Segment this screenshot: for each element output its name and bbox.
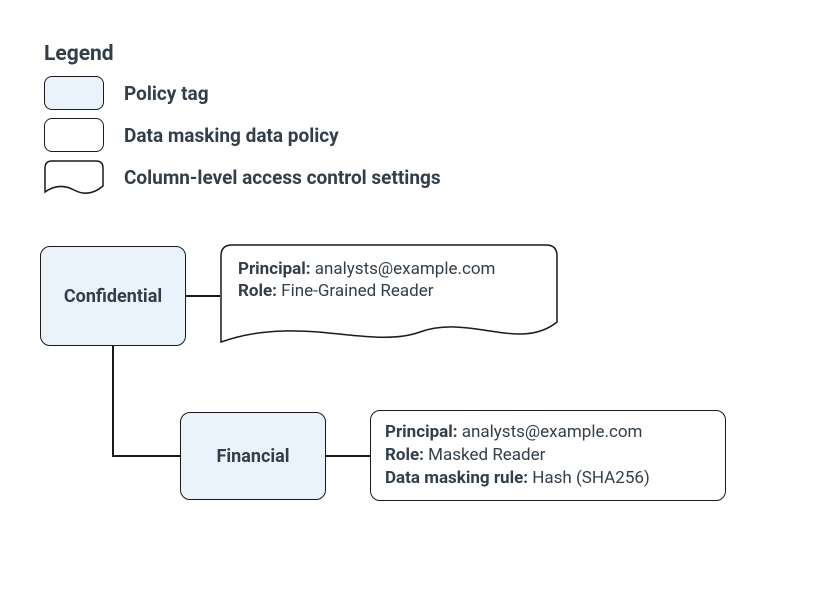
dp-fin-rule-label: Data masking rule: bbox=[385, 468, 528, 488]
dp-fin-principal-label: Principal: bbox=[385, 422, 458, 442]
diagram-canvas: Legend Policy tag Data masking data poli… bbox=[0, 0, 820, 598]
acl-conf-principal-row: Principal: analysts@example.com bbox=[238, 258, 548, 280]
policy-tag-confidential: Confidential bbox=[40, 246, 186, 346]
dp-fin-role-value: Masked Reader bbox=[424, 445, 545, 465]
dp-fin-rule-value: Hash (SHA256) bbox=[528, 468, 650, 488]
connector-conf-down bbox=[112, 346, 114, 456]
connector-conf-to-fin bbox=[112, 455, 180, 457]
dp-fin-principal-row: Principal: analysts@example.com bbox=[385, 421, 711, 444]
dp-fin-role-row: Role: Masked Reader bbox=[385, 444, 711, 467]
acl-note-confidential-content: Principal: analysts@example.com Role: Fi… bbox=[238, 258, 548, 302]
dp-fin-rule-row: Data masking rule: Hash (SHA256) bbox=[385, 467, 711, 490]
acl-conf-principal-value: analysts@example.com bbox=[311, 259, 496, 279]
connector-fin-to-policy bbox=[326, 455, 370, 457]
policy-tag-financial: Financial bbox=[180, 412, 326, 500]
legend-label-acl: Column-level access control settings bbox=[124, 166, 441, 189]
data-policy-financial: Principal: analysts@example.com Role: Ma… bbox=[370, 410, 726, 501]
policy-tag-confidential-label: Confidential bbox=[64, 286, 162, 307]
legend-swatch-policy-tag bbox=[44, 76, 104, 110]
legend-swatch-data-policy bbox=[44, 118, 104, 152]
acl-conf-role-value: Fine-Grained Reader bbox=[277, 281, 434, 301]
connector-conf-to-acl bbox=[186, 295, 220, 297]
policy-tag-financial-label: Financial bbox=[217, 446, 290, 467]
legend-title: Legend bbox=[44, 42, 114, 66]
dp-fin-role-label: Role: bbox=[385, 445, 424, 465]
acl-conf-principal-label: Principal: bbox=[238, 259, 311, 279]
legend-label-data-policy: Data masking data policy bbox=[124, 124, 339, 147]
dp-fin-principal-value: analysts@example.com bbox=[458, 422, 643, 442]
legend-swatch-acl bbox=[44, 160, 104, 200]
acl-conf-role-label: Role: bbox=[238, 281, 277, 301]
acl-conf-role-row: Role: Fine-Grained Reader bbox=[238, 280, 548, 302]
legend-label-policy-tag: Policy tag bbox=[124, 82, 209, 105]
